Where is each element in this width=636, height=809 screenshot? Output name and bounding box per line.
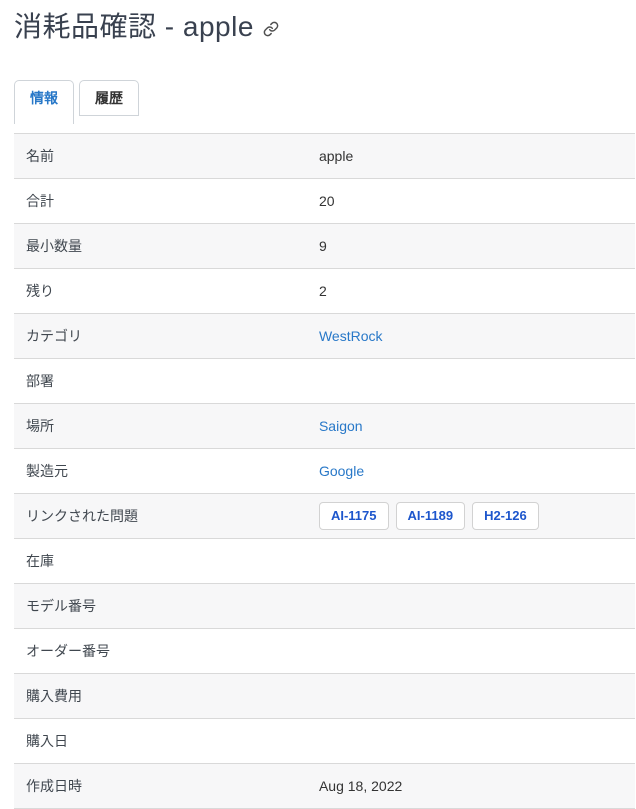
- table-row: 部署: [14, 359, 635, 404]
- row-label: 作成日時: [14, 764, 309, 809]
- row-label: モデル番号: [14, 584, 309, 629]
- row-label: 部署: [14, 359, 309, 404]
- tab-history[interactable]: 履歴: [79, 80, 139, 116]
- tab-info[interactable]: 情報: [14, 80, 74, 124]
- row-label: リンクされた問題: [14, 494, 309, 539]
- table-row: 製造元 Google: [14, 449, 635, 494]
- table-row: 合計20: [14, 179, 635, 224]
- row-value: Google: [309, 449, 635, 494]
- row-label: カテゴリ: [14, 314, 309, 359]
- details-table: 名前apple合計20最小数量9残り2カテゴリ WestRock 部署場所 Saigo…: [14, 133, 635, 809]
- row-value: [309, 719, 635, 764]
- tab-bar: 情報 履歴: [14, 80, 635, 124]
- table-row: 在庫: [14, 539, 635, 584]
- table-row: モデル番号: [14, 584, 635, 629]
- issue-badge[interactable]: H2-126: [472, 502, 539, 530]
- link-icon[interactable]: [263, 21, 279, 37]
- row-value: [309, 359, 635, 404]
- table-row: 場所 Saigon: [14, 404, 635, 449]
- value-link[interactable]: WestRock: [319, 328, 383, 344]
- row-label: 場所: [14, 404, 309, 449]
- table-row: 名前apple: [14, 134, 635, 179]
- row-label: オーダー番号: [14, 629, 309, 674]
- row-value: 20: [309, 179, 635, 224]
- page-title-text: 消耗品確認 - apple: [14, 11, 254, 42]
- row-label: 最小数量: [14, 224, 309, 269]
- issue-badge[interactable]: AI-1175: [319, 502, 389, 530]
- page-title: 消耗品確認 - apple: [14, 10, 635, 44]
- row-value: [309, 674, 635, 719]
- row-value: [309, 629, 635, 674]
- row-value: [309, 584, 635, 629]
- details-table-body: 名前apple合計20最小数量9残り2カテゴリ WestRock 部署場所 Saigo…: [14, 134, 635, 809]
- row-label: 購入費用: [14, 674, 309, 719]
- table-row: 残り2: [14, 269, 635, 314]
- row-label: 製造元: [14, 449, 309, 494]
- table-row: 作成日時Aug 18, 2022: [14, 764, 635, 809]
- table-row: 最小数量9: [14, 224, 635, 269]
- row-label: 合計: [14, 179, 309, 224]
- row-value: 2: [309, 269, 635, 314]
- row-value: Aug 18, 2022: [309, 764, 635, 809]
- table-row: オーダー番号: [14, 629, 635, 674]
- row-value: apple: [309, 134, 635, 179]
- row-label: 残り: [14, 269, 309, 314]
- value-link[interactable]: Google: [319, 463, 364, 479]
- issue-badge[interactable]: AI-1189: [396, 502, 466, 530]
- table-row: リンクされた問題AI-1175AI-1189H2-126: [14, 494, 635, 539]
- row-label: 在庫: [14, 539, 309, 584]
- row-value: [309, 539, 635, 584]
- row-value: 9: [309, 224, 635, 269]
- page-container: 消耗品確認 - apple 情報 履歴 名前apple合計20最小数量9残り2カ…: [0, 0, 636, 809]
- row-label: 購入日: [14, 719, 309, 764]
- row-value: Saigon: [309, 404, 635, 449]
- row-label: 名前: [14, 134, 309, 179]
- table-row: 購入費用: [14, 674, 635, 719]
- table-row: 購入日: [14, 719, 635, 764]
- row-value: WestRock: [309, 314, 635, 359]
- table-row: カテゴリ WestRock: [14, 314, 635, 359]
- row-value: AI-1175AI-1189H2-126: [309, 494, 635, 539]
- value-link[interactable]: Saigon: [319, 418, 363, 434]
